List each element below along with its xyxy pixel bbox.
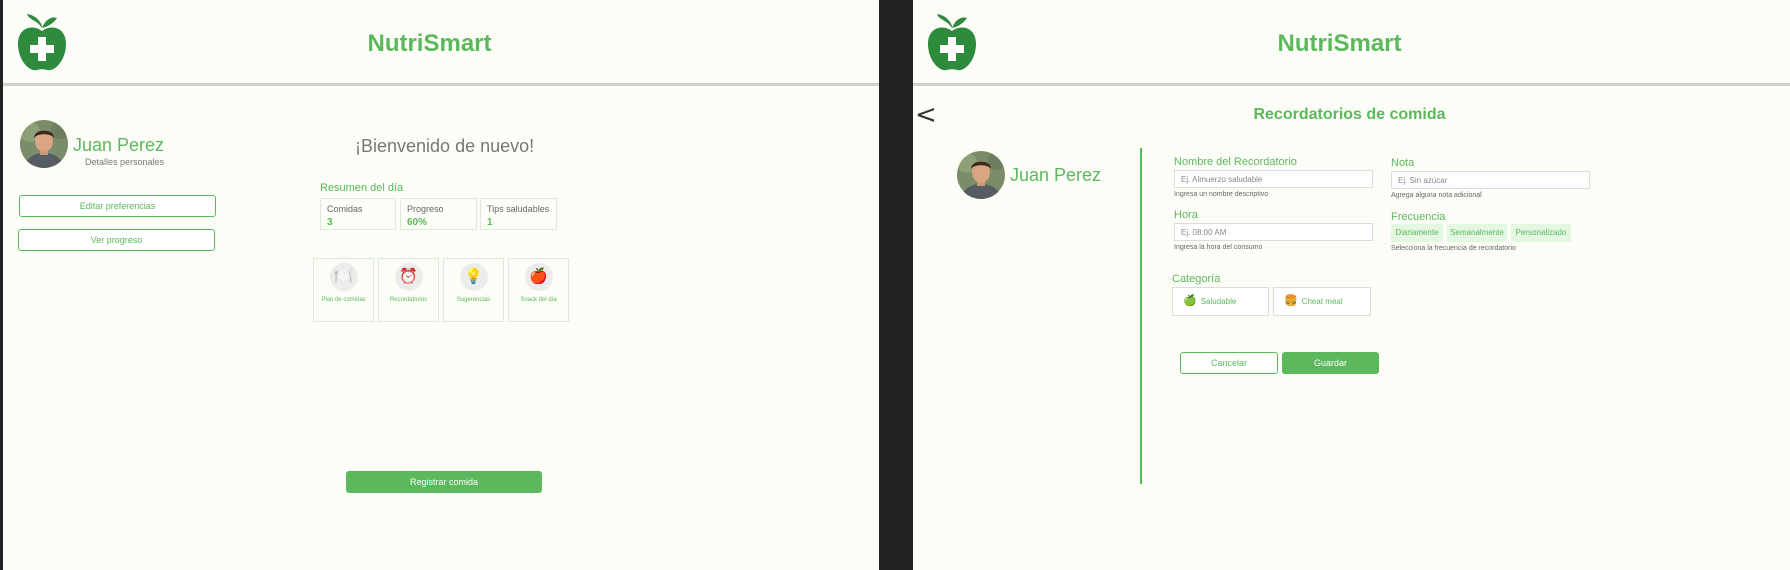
time-input[interactable] bbox=[1174, 223, 1373, 241]
alarm-clock-icon: ⏰ bbox=[394, 263, 423, 291]
note-label: Nota bbox=[1391, 157, 1415, 169]
category-healthy[interactable]: 🍏 Saludable bbox=[1172, 287, 1269, 316]
reminder-name-label: Nombre del Recordatorio bbox=[1174, 156, 1297, 168]
frequency-help: Selecciona la frecuencia de recordatorio bbox=[1391, 245, 1516, 252]
page-title: Recordatorios de comida bbox=[1253, 106, 1446, 123]
green-apple-icon: 🍏 bbox=[1183, 295, 1197, 307]
stat-value: 3 bbox=[327, 217, 333, 228]
feature-snack-of-day[interactable]: 🍎 Snack del día bbox=[508, 258, 569, 322]
feature-meal-plan[interactable]: 🍽️ Plan de comidas bbox=[313, 258, 374, 322]
stat-card-progress: Progreso 60% bbox=[400, 198, 477, 230]
plate-icon: 🍽️ bbox=[329, 263, 358, 291]
welcome-heading: ¡Bienvenido de nuevo! bbox=[355, 136, 535, 156]
reminder-name-input[interactable] bbox=[1174, 170, 1373, 188]
reminder-name-help: Ingresa un nombre descriptivo bbox=[1174, 191, 1269, 198]
time-help: Ingresa la hora del consumo bbox=[1174, 244, 1263, 251]
feature-label: Snack del día bbox=[520, 297, 557, 303]
feature-reminders[interactable]: ⏰ Recordatorios bbox=[378, 258, 439, 322]
category-label: Cheat meal bbox=[1301, 297, 1343, 306]
app-brand-title: NutriSmart bbox=[367, 30, 492, 57]
stat-value: 60% bbox=[407, 217, 428, 228]
time-label: Hora bbox=[1174, 209, 1198, 221]
user-details-link[interactable]: Detalles personales bbox=[85, 157, 164, 167]
frequency-option-weekly[interactable]: Semanalmente bbox=[1447, 224, 1507, 242]
category-label: Categoría bbox=[1172, 273, 1221, 285]
feature-label: Sugerencias bbox=[456, 297, 491, 303]
user-name: Juan Perez bbox=[73, 135, 165, 155]
stat-label: Progreso bbox=[407, 204, 444, 214]
stat-card-healthy-tips: Tips saludables 1 bbox=[480, 198, 557, 230]
frequency-option-custom[interactable]: Personalizado bbox=[1511, 224, 1571, 242]
app-header: NutriSmart bbox=[913, 0, 1790, 86]
feature-label: Plan de comidas bbox=[321, 297, 366, 303]
category-label: Saludable bbox=[1200, 297, 1237, 306]
user-avatar bbox=[20, 120, 68, 168]
feature-suggestions[interactable]: 💡 Sugerencias bbox=[443, 258, 504, 322]
reminders-screen: NutriSmart < Recordatorios de comida Jua… bbox=[913, 0, 1790, 570]
register-meal-button[interactable]: Registrar comida bbox=[346, 471, 542, 493]
frequency-label: Frecuencia bbox=[1391, 211, 1446, 223]
daily-summary-title: Resumen del día bbox=[320, 182, 404, 194]
stat-label: Comidas bbox=[327, 204, 363, 214]
app-header: NutriSmart bbox=[3, 0, 879, 86]
apple-icon: 🍎 bbox=[524, 263, 553, 291]
user-name: Juan Perez bbox=[1010, 165, 1102, 185]
lightbulb-icon: 💡 bbox=[459, 263, 488, 291]
feature-label: Recordatorios bbox=[389, 297, 428, 303]
stat-value: 1 bbox=[487, 217, 493, 228]
note-help: Agrega alguna nota adicional bbox=[1391, 192, 1482, 199]
note-input[interactable] bbox=[1391, 171, 1590, 189]
burger-icon: 🍔 bbox=[1284, 295, 1298, 307]
edit-preferences-button[interactable]: Editar preferencias bbox=[19, 195, 216, 217]
vertical-divider bbox=[1140, 148, 1142, 484]
stat-label: Tips saludables bbox=[487, 204, 550, 214]
cancel-button[interactable]: Cancelar bbox=[1180, 352, 1278, 374]
app-brand-title: NutriSmart bbox=[1277, 30, 1402, 57]
user-avatar bbox=[957, 151, 1005, 199]
stat-card-meals: Comidas 3 bbox=[320, 198, 396, 230]
save-button[interactable]: Guardar bbox=[1282, 352, 1379, 374]
category-cheat-meal[interactable]: 🍔 Cheat meal bbox=[1273, 287, 1371, 316]
frequency-option-daily[interactable]: Diariamente bbox=[1391, 224, 1443, 242]
home-screen: NutriSmart Juan Perez Detalles personale… bbox=[3, 0, 879, 570]
view-progress-button[interactable]: Ver progreso bbox=[18, 229, 215, 251]
